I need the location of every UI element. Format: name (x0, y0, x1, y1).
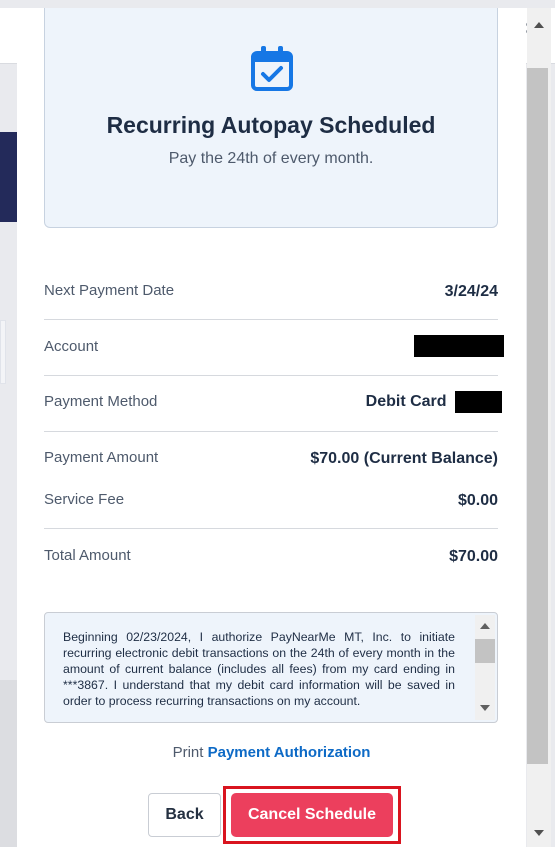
payment-amount-label: Payment Amount (44, 449, 159, 466)
confirmation-header: Recurring Autopay Scheduled Pay the 24th… (44, 8, 498, 228)
background-banner (0, 132, 18, 222)
authorization-text: Beginning 02/23/2024, I authorize PayNea… (63, 630, 455, 708)
payment-method-label: Payment Method (44, 393, 158, 410)
background-lower-panel (0, 680, 18, 847)
payment-authorization-link[interactable]: Payment Authorization (208, 744, 371, 761)
divider (44, 375, 498, 376)
redacted-card-info (455, 391, 502, 413)
page-title: Recurring Autopay Scheduled (106, 112, 436, 138)
account-value (414, 335, 504, 357)
account-label: Account (44, 338, 99, 355)
total-amount-label: Total Amount (44, 547, 131, 564)
payment-method-value: Debit Card (366, 391, 502, 413)
next-payment-date-label: Next Payment Date (44, 282, 175, 299)
scroll-up-arrow-icon[interactable] (475, 619, 495, 633)
schedule-subtitle: Pay the 24th of every month. (168, 150, 374, 167)
authorization-text-box[interactable]: Beginning 02/23/2024, I authorize PayNea… (44, 612, 498, 723)
next-payment-date-value: 3/24/24 (444, 283, 498, 300)
divider (44, 431, 498, 432)
print-authorization-line: Print Payment Authorization (17, 744, 526, 761)
page-scroll-down-icon[interactable] (527, 826, 551, 840)
authorization-scroll-thumb[interactable] (475, 639, 495, 663)
payment-method-text: Debit Card (365, 393, 447, 411)
back-button[interactable]: Back (148, 793, 221, 837)
page-scroll-up-icon[interactable] (527, 18, 551, 32)
payment-amount-value: $70.00 (Current Balance) (310, 450, 498, 467)
divider (44, 528, 498, 529)
cancel-schedule-button[interactable]: Cancel Schedule (231, 793, 393, 837)
service-fee-label: Service Fee (44, 491, 125, 508)
autopay-confirmation-modal: Recurring Autopay Scheduled Pay the 24th… (17, 8, 526, 847)
page-scroll-thumb[interactable] (527, 68, 548, 764)
calendar-check-icon (250, 44, 294, 92)
scroll-down-arrow-icon[interactable] (475, 701, 495, 715)
background-card (0, 320, 6, 384)
authorization-scrollbar[interactable] (475, 615, 495, 720)
divider (44, 319, 498, 320)
redacted-account-number (414, 335, 504, 357)
page-scrollbar[interactable] (527, 8, 551, 847)
total-amount-value: $70.00 (449, 548, 498, 565)
print-prefix: Print (172, 744, 204, 761)
service-fee-value: $0.00 (457, 492, 498, 509)
